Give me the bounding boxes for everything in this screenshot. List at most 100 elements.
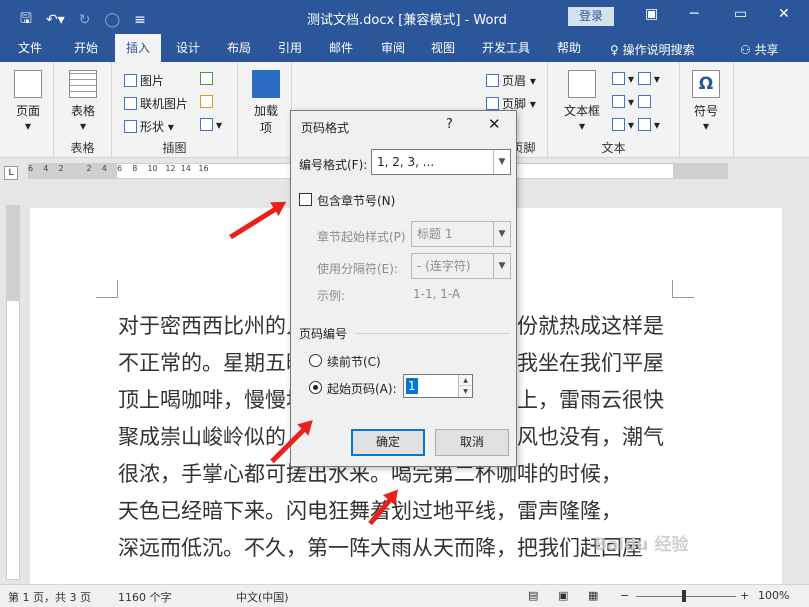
chart-button[interactable] bbox=[200, 95, 216, 109]
group-addins: 加载 项 bbox=[238, 62, 292, 158]
redo-icon[interactable]: ↻ bbox=[79, 12, 91, 28]
dialog-close-icon[interactable]: ✕ bbox=[488, 115, 501, 133]
zoom-level[interactable]: 100% bbox=[758, 589, 789, 602]
document-text-right[interactable]: 份就热成这样是 我坐在我们平屋 上，雷雨云很快 风也没有，潮气 bbox=[517, 308, 677, 456]
screenshot-icon bbox=[200, 118, 213, 131]
read-mode-icon[interactable]: ▤ bbox=[528, 589, 538, 602]
save-icon[interactable]: 🖫 bbox=[20, 8, 32, 32]
picture-button[interactable]: 图片 bbox=[124, 72, 164, 89]
web-layout-icon[interactable]: ▦ bbox=[588, 589, 598, 602]
tab-selector[interactable]: L bbox=[4, 166, 18, 180]
text-line[interactable]: 风也没有，潮气 bbox=[517, 419, 677, 456]
wordart-button[interactable]: ▾ bbox=[612, 95, 654, 109]
screenshot-button[interactable]: ▾ bbox=[200, 118, 222, 132]
text-line[interactable]: 上，雷雨云很快 bbox=[517, 382, 677, 419]
group-table: 表格 ▾ 表格 bbox=[54, 62, 112, 158]
zoom-slider-thumb[interactable] bbox=[682, 590, 686, 602]
undo-icon[interactable]: ↶▾ bbox=[46, 12, 65, 28]
maximize-button[interactable]: ▭ bbox=[734, 6, 747, 22]
continue-label[interactable]: 续前节(C) bbox=[327, 353, 381, 370]
start-at-radio[interactable] bbox=[309, 381, 322, 394]
login-button[interactable]: 登录 bbox=[568, 7, 614, 26]
header-icon bbox=[486, 74, 499, 87]
continue-radio[interactable] bbox=[309, 354, 322, 367]
close-button[interactable]: ✕ bbox=[778, 6, 790, 22]
example-label: 示例: bbox=[317, 289, 346, 303]
touch-mode-icon[interactable]: ◯ bbox=[104, 12, 120, 28]
icons-button[interactable] bbox=[200, 72, 216, 86]
group-label-table: 表格 bbox=[70, 141, 95, 155]
spin-down-icon[interactable]: ▼ bbox=[458, 386, 472, 397]
text-line[interactable]: 我坐在我们平屋 bbox=[517, 345, 677, 382]
textbox-icon bbox=[568, 70, 596, 98]
vertical-ruler[interactable] bbox=[6, 205, 20, 580]
page-count[interactable]: 第 1 页，共 3 页 bbox=[8, 589, 91, 605]
tab-design[interactable]: 设计 bbox=[166, 34, 210, 62]
separator-select[interactable]: - (连字符) ▼ bbox=[411, 253, 511, 279]
group-illustrations: 图片 联机图片 形状 ▾ ▾ 插图 bbox=[112, 62, 238, 158]
start-at-value[interactable]: 1 bbox=[406, 378, 418, 394]
tab-references[interactable]: 引用 bbox=[268, 34, 312, 62]
footer-icon bbox=[486, 97, 499, 110]
tab-help[interactable]: 帮助 bbox=[546, 34, 592, 62]
chevron-down-icon: ▼ bbox=[493, 150, 510, 174]
textbox-button[interactable]: 文本框 ▾ bbox=[562, 70, 602, 133]
chevron-down-icon: ▼ bbox=[493, 254, 510, 278]
dropcap-button[interactable]: ▾ ▾ bbox=[612, 118, 660, 132]
zoom-out-icon[interactable]: − bbox=[620, 589, 629, 602]
word-count[interactable]: 1160 个字 bbox=[118, 589, 172, 605]
wordart-icon bbox=[612, 95, 625, 108]
picture-icon bbox=[124, 74, 137, 87]
date-time-icon bbox=[637, 95, 651, 108]
chapter-style-select[interactable]: 标题 1 ▼ bbox=[411, 221, 511, 247]
tab-insert[interactable]: 插入 bbox=[115, 34, 161, 62]
dropcap-icon bbox=[612, 118, 625, 131]
ribbon-display-icon[interactable]: ▣ bbox=[645, 6, 658, 22]
tab-home[interactable]: 开始 bbox=[60, 34, 112, 62]
share-button[interactable]: ⚇ 共享 bbox=[740, 41, 779, 58]
chapter-style-label: 章节起始样式(P) bbox=[317, 230, 406, 244]
quick-parts-button[interactable]: ▾ ▾ bbox=[612, 72, 660, 86]
number-format-label: 编号格式(F): bbox=[299, 158, 368, 172]
number-format-select[interactable]: 1, 2, 3, ... ▼ bbox=[371, 149, 511, 175]
cancel-button[interactable]: 取消 bbox=[435, 429, 509, 456]
group-text: 文本框 ▾ ▾ ▾ ▾ ▾ ▾ 文本 bbox=[548, 62, 680, 158]
pages-button[interactable]: 页面 ▾ bbox=[12, 70, 44, 133]
example-value: 1-1, 1-A bbox=[413, 287, 461, 301]
icons-icon bbox=[200, 72, 213, 85]
help-icon[interactable]: ? bbox=[446, 117, 453, 132]
omega-icon: Ω bbox=[692, 70, 720, 98]
online-picture-button[interactable]: 联机图片 bbox=[124, 95, 188, 112]
shapes-button[interactable]: 形状 ▾ bbox=[124, 118, 174, 135]
include-chapter-checkbox[interactable] bbox=[299, 193, 312, 206]
print-layout-icon[interactable]: ▣ bbox=[558, 589, 568, 602]
header-button[interactable]: 页眉 ▾ bbox=[486, 72, 536, 89]
tab-review[interactable]: 审阅 bbox=[370, 34, 416, 62]
start-at-stepper[interactable]: 1 ▲ ▼ bbox=[403, 374, 473, 398]
tab-file[interactable]: 文件 bbox=[6, 34, 54, 62]
tab-view[interactable]: 视图 bbox=[420, 34, 466, 62]
zoom-slider[interactable] bbox=[636, 596, 736, 597]
tab-mailings[interactable]: 邮件 bbox=[318, 34, 364, 62]
tell-me-search[interactable]: ♀ 操作说明搜索 bbox=[610, 41, 695, 58]
tab-developer[interactable]: 开发工具 bbox=[474, 34, 538, 62]
language[interactable]: 中文(中国) bbox=[236, 589, 289, 605]
customize-qat-icon[interactable]: ≡ bbox=[134, 12, 146, 28]
spin-up-icon[interactable]: ▲ bbox=[458, 375, 472, 386]
tab-layout[interactable]: 布局 bbox=[216, 34, 262, 62]
ok-button[interactable]: 确定 bbox=[351, 429, 425, 456]
start-at-label[interactable]: 起始页码(A): bbox=[327, 380, 397, 397]
zoom-in-icon[interactable]: + bbox=[740, 589, 749, 602]
text-line[interactable]: 份就热成这样是 bbox=[517, 308, 677, 345]
include-chapter-label[interactable]: 包含章节号(N) bbox=[317, 192, 395, 209]
minimize-button[interactable]: ─ bbox=[690, 6, 698, 22]
quick-parts-icon bbox=[612, 72, 625, 85]
margin-corner-left bbox=[96, 280, 118, 298]
addins-button[interactable]: 加载 项 bbox=[248, 70, 284, 136]
symbol-button[interactable]: Ω 符号 ▾ bbox=[688, 70, 724, 133]
group-label-text: 文本 bbox=[601, 141, 626, 155]
lightbulb-icon: ♀ bbox=[610, 43, 623, 57]
table-button[interactable]: 表格 ▾ bbox=[66, 70, 100, 133]
separator-label: 使用分隔符(E): bbox=[317, 262, 398, 276]
margin-corner-right bbox=[672, 280, 694, 298]
